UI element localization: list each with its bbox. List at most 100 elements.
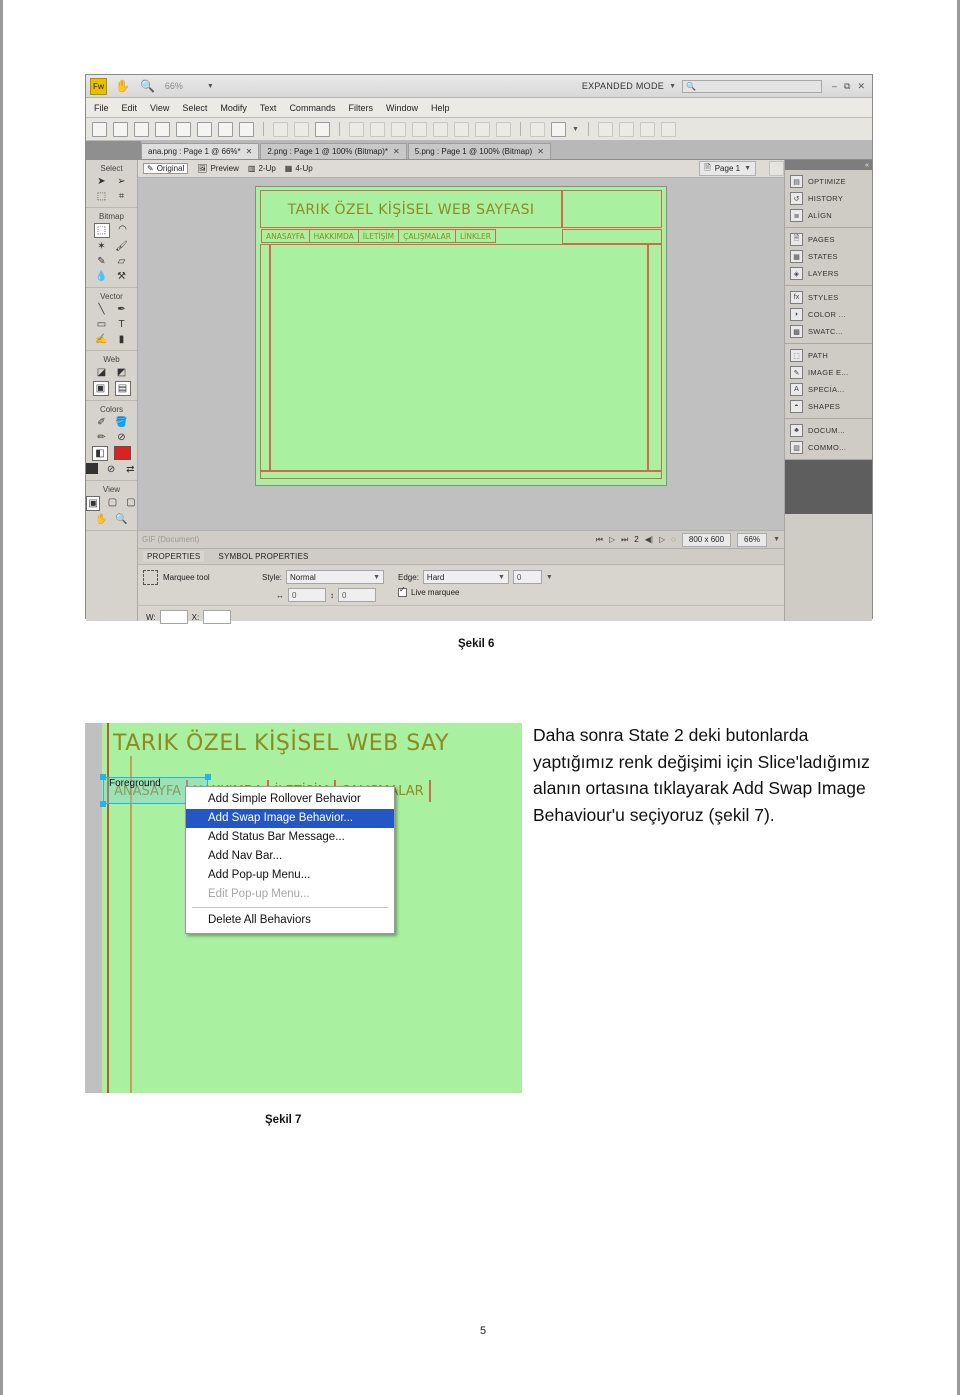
canvas-nav-anasayfa[interactable]: ANASAYFA [261,229,309,243]
menu-delete-all-behaviors[interactable]: Delete All Behaviors [186,911,394,930]
panel-image-editing[interactable]: ✎ IMAGE E... [785,364,872,381]
tab-properties[interactable]: PROPERTIES [143,551,205,562]
edge-select[interactable]: Hard ▼ [422,570,509,584]
pointer-tool-icon[interactable]: ➤ [95,175,109,188]
marquee-height-input[interactable]: 0 [338,588,376,602]
zoom-dropdown-chevron-down-icon[interactable]: ▼ [207,83,214,90]
menu-item-filters[interactable]: Filters [348,103,373,113]
edge-amount-chevron-down-icon[interactable]: ▼ [546,574,553,581]
align-menu-icon[interactable] [551,121,566,137]
minimize-button[interactable]: – [832,81,837,92]
view-mode-2up[interactable]: ▥ 2-Up [248,164,276,173]
new-document-icon[interactable] [92,121,107,137]
panel-dock-collapse-icon[interactable]: « [785,160,872,170]
export-icon[interactable] [176,121,191,137]
full-screen-menu-icon[interactable]: ▢ [106,496,118,509]
default-colors-icon[interactable] [86,463,99,474]
next-state-button[interactable]: ⏭ [621,535,628,545]
fill-color-swatch[interactable] [114,446,131,460]
paint-bucket-tool-icon[interactable]: 🪣 [115,416,129,429]
scale-tool-icon[interactable]: ⬚ [95,190,109,203]
tab-symbol-properties[interactable]: SYMBOL PROPERTIES [218,552,308,561]
eyedropper-tool-icon[interactable]: ✐ [95,416,109,429]
fill-icon[interactable]: ◧ [92,446,108,461]
close-button[interactable]: ✕ [857,81,865,92]
canvas-nav-iletisim[interactable]: İLETİŞİM [357,229,399,243]
print-icon[interactable] [197,121,212,137]
menu-item-help[interactable]: Help [431,103,450,113]
previous-state-button[interactable]: ◀| [645,535,653,544]
panel-swatches[interactable]: ▩ SWATC... [785,323,872,340]
freeform-tool-icon[interactable]: ✍ [95,333,109,346]
slice-header-right[interactable] [562,190,662,228]
menu-item-file[interactable]: File [94,103,109,113]
view-mode-original[interactable]: ✎ Original [143,163,189,174]
menu-item-view[interactable]: View [150,103,169,113]
menu-item-modify[interactable]: Modify [220,103,247,113]
slice-handle-top-left[interactable] [100,774,106,780]
panel-path[interactable]: ⬚ PATH [785,347,872,364]
lasso-tool-icon[interactable]: ◠ [116,223,130,236]
canvas-nav-hakkimda[interactable]: HAKKIMDA [308,229,358,243]
menu-item-commands[interactable]: Commands [289,103,335,113]
panel-align[interactable]: ≣ ALİGN [785,207,872,224]
menu-item-edit[interactable]: Edit [122,103,138,113]
current-state-number[interactable]: 2 [634,535,638,544]
edge-chevron-down-icon[interactable]: ▼ [498,574,505,581]
slice-handle-bottom-left[interactable] [100,801,106,807]
full-screen-icon[interactable]: ▢ [125,496,137,509]
w-input[interactable] [159,610,188,624]
polygon-slice-tool-icon[interactable]: ◩ [115,366,129,379]
save-icon[interactable] [113,121,128,137]
magic-wand-tool-icon[interactable]: ✶ [95,240,109,253]
menu-add-nav-bar[interactable]: Add Nav Bar... [186,847,394,866]
search-input[interactable]: 🔍 [682,79,822,93]
document-tab-5png-close-icon[interactable]: ✕ [537,147,544,156]
live-marquee-checkbox[interactable] [398,585,408,597]
rectangle-tool-icon[interactable]: ▭ [95,318,109,331]
no-stroke-icon[interactable]: ⊘ [115,431,129,444]
style-select[interactable]: Normal ▼ [286,570,385,584]
style-chevron-down-icon[interactable]: ▼ [373,574,380,581]
stop-states-button[interactable]: ◌ [671,535,676,544]
page-chevron-down-icon[interactable]: ▼ [744,165,751,172]
slice-tool-icon[interactable]: ◪ [95,366,109,379]
slice-nav-right[interactable] [562,229,662,244]
x-input[interactable] [203,610,232,624]
document-canvas[interactable]: TARIK ÖZEL KİŞİSEL WEB SAYFASI ANASAYFA … [255,186,667,486]
menu-add-simple-rollover[interactable]: Add Simple Rollover Behavior [186,790,394,809]
panel-styles[interactable]: fx STYLES [785,289,872,306]
hand-tool-sidebar-icon[interactable]: ✋ [95,513,109,526]
zoom-tool-icon[interactable]: 🔍 [140,79,155,93]
swap-colors-icon[interactable]: ⇄ [124,463,137,476]
eraser-tool-icon[interactable]: ▱ [115,255,129,268]
page-selector[interactable]: 🗎 Page 1 ▼ [699,161,756,176]
mode-chevron-down-icon[interactable]: ▼ [669,83,676,90]
crop-tool-icon[interactable]: ⌗ [115,190,129,203]
stroke-color-icon[interactable]: ✏ [95,431,109,444]
slice-handle-top-right[interactable] [205,774,211,780]
slice-content-left[interactable] [260,244,270,471]
menu-item-window[interactable]: Window [386,103,418,113]
menu-item-select[interactable]: Select [182,103,207,113]
slice-content-main[interactable] [270,244,648,471]
panel-history[interactable]: ↺ HISTORY [785,190,872,207]
knife-tool-icon[interactable]: ▮ [115,333,129,346]
panel-layers[interactable]: ◈ LAYERS [785,265,872,282]
panel-shapes[interactable]: ◓ SHAPES [785,398,872,415]
marquee-tool-icon[interactable]: ⬚ [93,223,110,238]
panel-common[interactable]: ▥ COMMO... [785,439,872,456]
zoom-level-value[interactable]: 66% [165,81,207,91]
canvas-viewport[interactable]: TARIK ÖZEL KİŞİSEL WEB SAYFASI ANASAYFA … [138,178,784,530]
pen-tool-icon[interactable]: ✒ [115,303,129,316]
redo-icon[interactable] [239,121,254,137]
show-slices-icon[interactable]: ▤ [114,381,131,396]
import-icon[interactable] [155,121,170,137]
panel-color[interactable]: ◗ COLOR ... [785,306,872,323]
align-chevron-down-icon[interactable]: ▼ [572,126,579,133]
canvas-nav-calismalar[interactable]: ÇALIŞMALAR [398,229,455,243]
paste-icon[interactable] [315,121,330,137]
blur-tool-icon[interactable]: 💧 [95,270,109,283]
subselect-tool-icon[interactable]: ➢ [115,175,129,188]
pencil-tool-icon[interactable]: ✎ [95,255,109,268]
